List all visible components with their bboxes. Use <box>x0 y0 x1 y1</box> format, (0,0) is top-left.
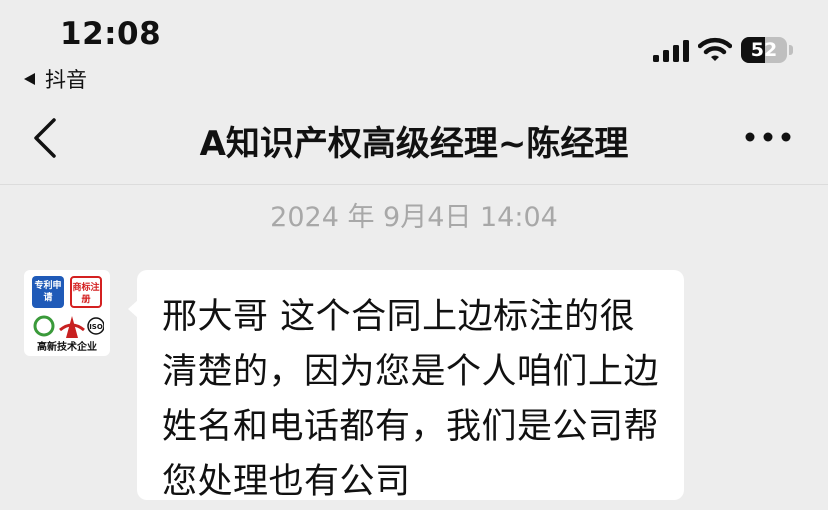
signal-icon <box>653 40 689 62</box>
iso-label: ISO <box>89 323 103 331</box>
back-triangle-icon <box>24 73 35 85</box>
battery-level: 52 <box>750 39 778 61</box>
patent-tile: 专利申请 <box>32 276 64 308</box>
back-to-app-button[interactable]: 抖音 <box>24 64 87 94</box>
more-icon[interactable] <box>744 122 792 152</box>
avatar[interactable]: 专利申请 商标注册 ISO 高新技术企业 <box>24 270 110 356</box>
chevron-left-icon[interactable] <box>28 114 68 162</box>
bubble-tail <box>128 300 138 318</box>
status-time: 12:08 <box>60 16 162 52</box>
chat-title: A知识产权高级经理~陈经理 <box>199 124 629 164</box>
logo-icon: ISO <box>33 315 104 338</box>
message-bubble[interactable]: 邢大哥 这个合同上边标注的很清楚的，因为您是个人咱们上边姓名和电话都有，我们是公… <box>128 270 684 502</box>
battery-icon: 52 <box>741 37 793 63</box>
wifi-icon <box>698 37 732 61</box>
status-bar: 12:08 抖音 52 <box>0 0 828 92</box>
back-app-label: 抖音 <box>45 68 87 92</box>
trademark-tile: 商标注册 <box>70 276 102 308</box>
avatar-caption: 高新技术企业 <box>37 342 97 353</box>
message-text: 邢大哥 这个合同上边标注的很清楚的，因为您是个人咱们上边姓名和电话都有，我们是公… <box>162 297 660 502</box>
message-timestamp: 2024 年 9月4日 14:04 <box>270 202 558 233</box>
chat-header: A知识产权高级经理~陈经理 <box>0 92 828 185</box>
